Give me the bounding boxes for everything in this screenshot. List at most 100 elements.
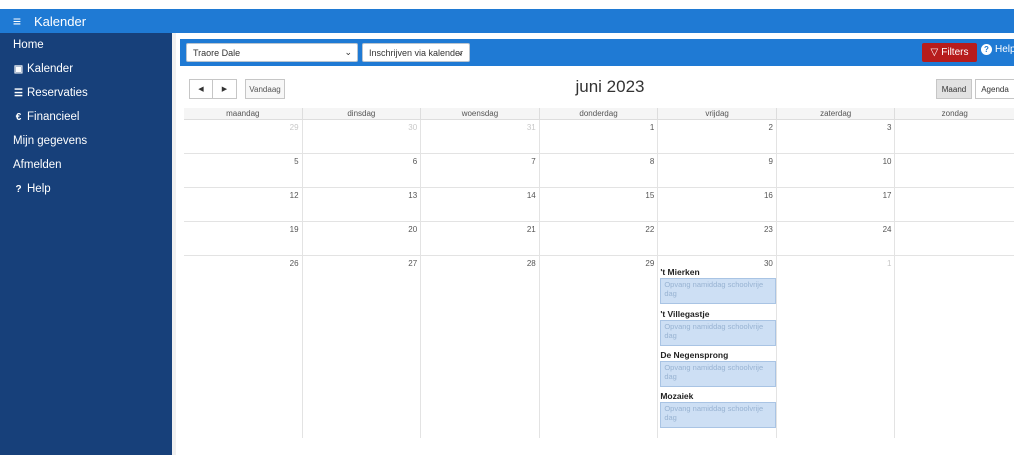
weekday-label: vrijdag (658, 108, 777, 119)
agenda-view-button[interactable]: Agenda (975, 79, 1014, 99)
day-cell[interactable]: 22 (540, 222, 659, 255)
day-number: 17 (882, 191, 892, 200)
list-icon: ☰ (14, 87, 23, 99)
sidebar-item-help[interactable]: ? Help (0, 177, 172, 201)
weekday-label: zaterdag (777, 108, 896, 119)
month-view-button[interactable]: Maand (936, 79, 972, 99)
day-number: 16 (763, 191, 773, 200)
sidebar-item-label: Afmelden (13, 159, 62, 171)
help-label: Help (995, 44, 1014, 55)
day-cell[interactable] (895, 120, 1014, 153)
sidebar-item-reservaties[interactable]: ☰ Reservaties (0, 81, 172, 105)
week-row: 5 6 7 8 9 10 (184, 154, 1014, 188)
day-cell[interactable]: 7 (421, 154, 540, 187)
day-number: 9 (768, 157, 773, 166)
sidebar-item-label: Help (27, 183, 51, 195)
day-cell[interactable]: 23 (658, 222, 777, 255)
day-cell[interactable]: 29 (540, 256, 659, 438)
filter-icon: ▽ (930, 47, 939, 58)
day-number: 27 (408, 259, 418, 268)
day-number: 14 (526, 191, 536, 200)
day-cell[interactable] (895, 188, 1014, 221)
day-cell[interactable]: 6 (303, 154, 422, 187)
day-number: 29 (289, 123, 299, 132)
app-title: Kalender (34, 13, 87, 29)
day-cell[interactable]: 9 (658, 154, 777, 187)
child-select[interactable]: Traore Dale ⌄ (186, 43, 358, 62)
sidebar-item-kalender[interactable]: ▣ Kalender (0, 57, 172, 81)
euro-icon: € (15, 111, 22, 123)
day-number: 31 (526, 123, 536, 132)
month-grid: maandag dinsdag woensdag donderdag vrijd… (184, 108, 1014, 438)
sidebar-item-label: Home (13, 39, 44, 51)
day-cell[interactable]: 28 (421, 256, 540, 438)
day-cell[interactable]: 19 (184, 222, 303, 255)
day-cell[interactable]: 15 (540, 188, 659, 221)
sidebar-item-afmelden[interactable]: Afmelden (0, 153, 172, 177)
day-cell[interactable]: 2 (658, 120, 777, 153)
day-number: 6 (412, 157, 418, 166)
day-number: 29 (645, 259, 655, 268)
sidebar-item-label: Reservaties (27, 87, 88, 99)
calendar-toolbar: Traore Dale ⌄ Inschrijven via kalender ⌄… (180, 39, 1014, 66)
filters-label: Filters (941, 47, 969, 58)
event-location: De Negensprong (660, 350, 729, 360)
day-cell[interactable]: 1 (777, 256, 896, 438)
day-number: 21 (526, 225, 536, 234)
day-cell[interactable]: 30 (303, 120, 422, 153)
day-cell[interactable]: 17 (777, 188, 896, 221)
filters-button[interactable]: ▽ Filters (922, 43, 977, 62)
day-number: 12 (289, 191, 299, 200)
day-number: 30 (408, 123, 418, 132)
day-cell[interactable]: 26 (184, 256, 303, 438)
register-select-value: Inschrijven via kalender (369, 47, 464, 58)
sidebar-item-label: Mijn gegevens (13, 135, 88, 147)
day-number: 26 (289, 259, 299, 268)
weekday-label: woensdag (421, 108, 540, 119)
weekday-header: maandag dinsdag woensdag donderdag vrijd… (184, 108, 1014, 120)
month-title: juni 2023 (575, 77, 645, 96)
event-item[interactable]: Opvang namiddag schoolvrije dag (660, 320, 777, 346)
day-cell[interactable]: 27 (303, 256, 422, 438)
day-cell[interactable] (895, 256, 1014, 438)
day-cell[interactable] (895, 154, 1014, 187)
day-number: 1 (887, 259, 892, 268)
day-cell[interactable]: 13 (303, 188, 422, 221)
day-cell[interactable]: 29 (184, 120, 303, 153)
day-cell[interactable]: 8 (540, 154, 659, 187)
day-cell[interactable]: 21 (421, 222, 540, 255)
event-item[interactable]: Opvang namiddag schoolvrije dag (660, 361, 777, 387)
day-cell[interactable]: 5 (184, 154, 303, 187)
day-number: 8 (649, 157, 655, 166)
day-cell[interactable]: 31 (421, 120, 540, 153)
day-cell[interactable]: 24 (777, 222, 896, 255)
sidebar-item-mijn-gegevens[interactable]: Mijn gegevens (0, 129, 172, 153)
week-row: 26 27 28 29 30 't Mierken Opvang namidda… (184, 256, 1014, 438)
sidebar-item-home[interactable]: Home (0, 33, 172, 57)
day-number: 24 (882, 225, 892, 234)
event-item[interactable]: Opvang namiddag schoolvrije dag (660, 278, 777, 304)
question-icon: ? (15, 183, 22, 195)
weekday-label: maandag (184, 108, 303, 119)
day-number: 28 (526, 259, 536, 268)
weekday-label: zondag (941, 109, 968, 118)
event-item[interactable]: Opvang namiddag schoolvrije dag (660, 402, 777, 428)
day-number: 2 (768, 123, 773, 132)
app-header: ≡ Kalender (0, 9, 1014, 33)
day-cell[interactable]: 3 (777, 120, 896, 153)
help-button[interactable]: ? Help (981, 44, 1014, 55)
child-select-value: Traore Dale (193, 47, 241, 58)
sidebar-item-financieel[interactable]: € Financieel (0, 105, 172, 129)
day-cell[interactable]: 1 (540, 120, 659, 153)
register-select[interactable]: Inschrijven via kalender ⌄ (362, 43, 470, 62)
hamburger-icon[interactable]: ≡ (0, 13, 34, 29)
day-cell[interactable]: 14 (421, 188, 540, 221)
day-cell[interactable]: 10 (777, 154, 896, 187)
day-cell[interactable]: 30 't Mierken Opvang namiddag schoolvrij… (658, 256, 777, 438)
day-number: 1 (649, 123, 655, 132)
day-cell[interactable]: 12 (184, 188, 303, 221)
day-cell[interactable] (895, 222, 1014, 255)
day-cell[interactable]: 20 (303, 222, 422, 255)
day-number: 30 (763, 259, 773, 268)
day-cell[interactable]: 16 (658, 188, 777, 221)
